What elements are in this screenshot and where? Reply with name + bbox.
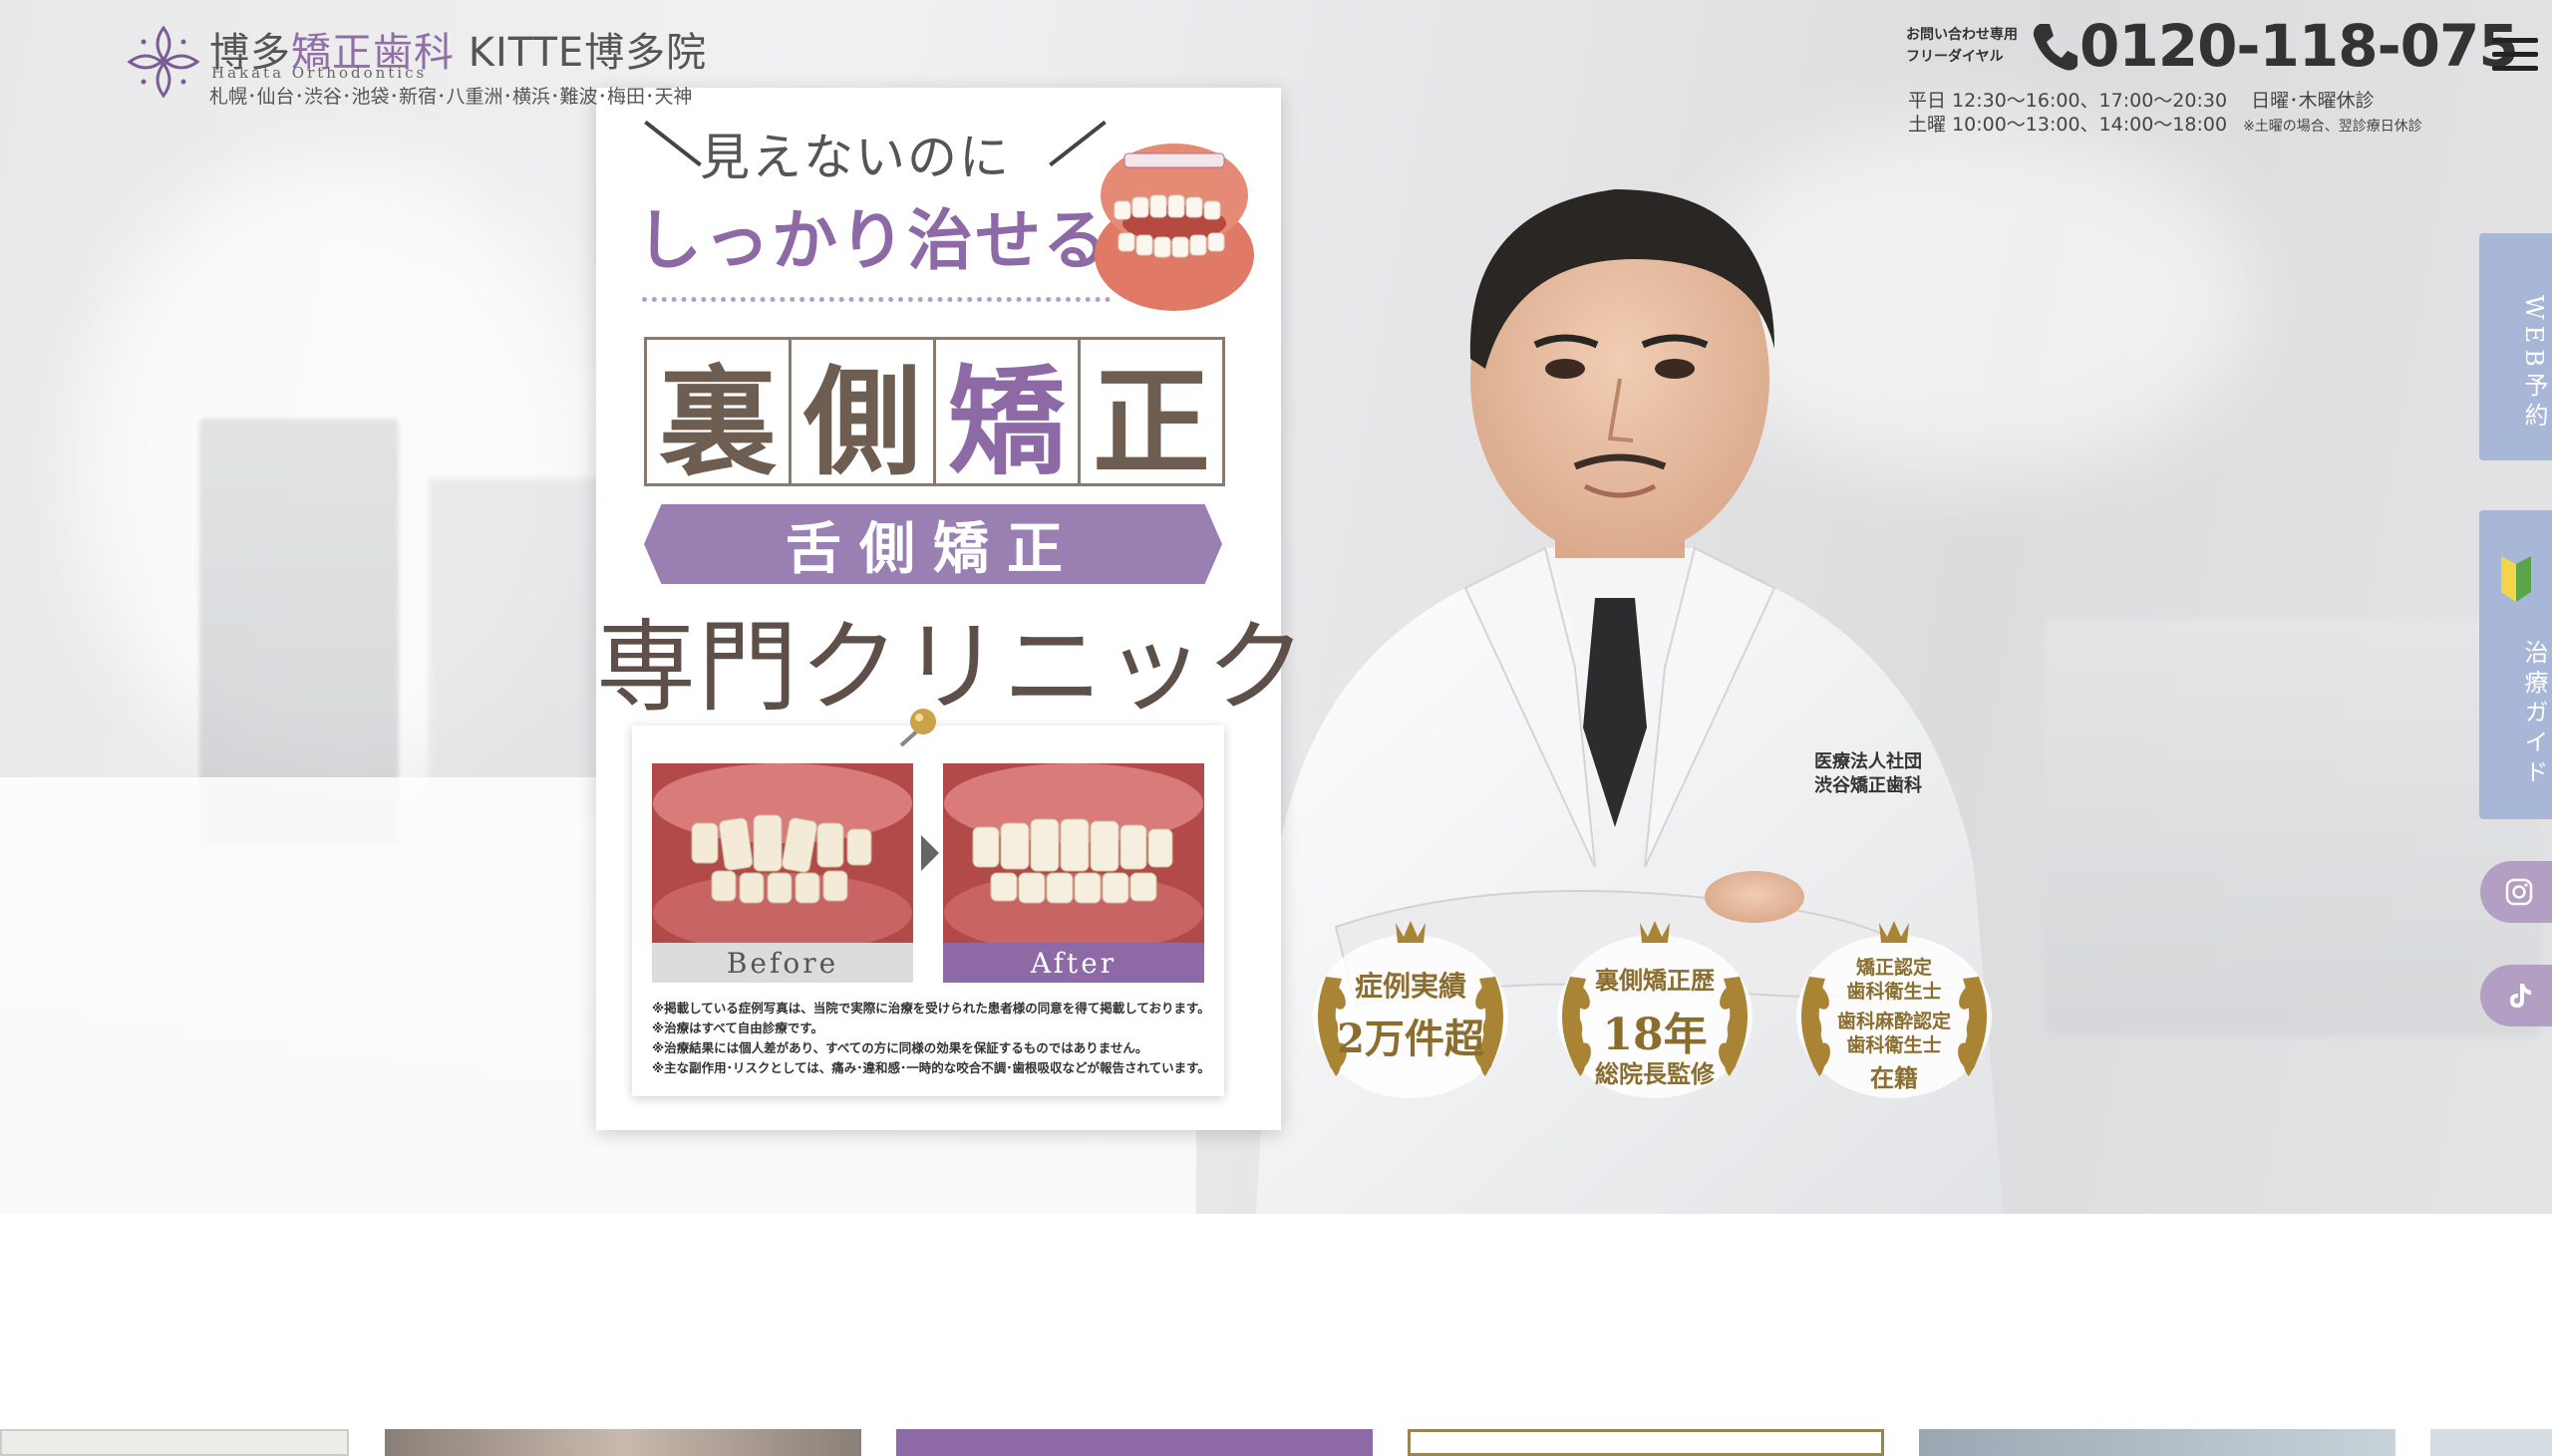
badge-case-record: 症例実績 2万件超 (1296, 917, 1525, 1106)
disclaimer-line-3: ※治療結果には個人差があり、すべての方に同様の効果を保証するものではありません。 (652, 1040, 1148, 1055)
case-disclaimer: ※掲載している症例写真は、当院で実際に治療を受けられた患者様の同意を得て掲載して… (652, 999, 1210, 1078)
before-photo (652, 763, 913, 943)
badge-3-line-3: 歯科麻酔認定 (1836, 1011, 1951, 1032)
hours-weekday: 平日 12:30〜16:00、17:00〜20:30 (1908, 90, 2228, 112)
badge-2-line-3: 総院長監修 (1595, 1059, 1715, 1088)
after-photo (943, 763, 1204, 943)
contact-label: お問い合わせ専用 フリーダイヤル (1906, 24, 2018, 68)
hamburger-menu-icon[interactable] (2492, 38, 2538, 72)
contact-label-2: フリーダイヤル (1906, 49, 2004, 65)
treatment-guide-label: 治療ガイド (2520, 640, 2548, 789)
coat-text-1: 医療法人社団 (1814, 750, 1922, 772)
badge-lingual-history: 裏側矯正歴 18年 総院長監修 (1540, 917, 1769, 1106)
web-booking-tab[interactable]: WEB予約 (2479, 233, 2552, 460)
phone-number-link[interactable]: 0120-118-075 (2079, 12, 2519, 80)
logo-english: Hakata Orthodontics (211, 64, 428, 82)
badge-2-line-1: 裏側矯正歴 (1595, 966, 1715, 995)
branch-list: 札幌･仙台･渋谷･池袋･新宿･八重洲･横浜･難波･梅田･天神 (209, 86, 693, 108)
content-card-5[interactable] (1919, 1429, 2395, 1456)
lingual-banner-text: 舌側矯正 (786, 515, 1081, 582)
closed-days: 日曜･木曜休診 (2251, 90, 2375, 112)
hero-poster: 見えないのに しっかり治せる 裏 側 矯 正 舌側矯正 専門クリニック Befo… (596, 88, 1306, 1130)
hamburger-bar (2492, 38, 2538, 43)
hours-weekday-row: 平日 12:30〜16:00、17:00〜20:30 日曜･木曜休診 (1908, 86, 2375, 113)
tagline-1: 見えないのに (700, 129, 1011, 186)
after-label: After (943, 943, 1204, 983)
contact-label-1: お問い合わせ専用 (1906, 27, 2018, 43)
instagram-button[interactable] (2480, 861, 2552, 923)
bg-clinic-shelf (429, 478, 598, 817)
badge-3-line-1: 矯正認定 (1855, 957, 1932, 979)
logo-title-post: KITTE博多院 (455, 30, 708, 76)
closed-note: ※土曜の場合、翌診療日休診 (2243, 119, 2422, 135)
web-booking-label: WEB予約 (2520, 295, 2548, 433)
hamburger-bar (2492, 66, 2538, 71)
treatment-guide-tab[interactable]: 治療ガイド (2479, 510, 2552, 819)
badge-1-line-2: 2万件超 (1337, 1016, 1484, 1062)
instagram-icon (2505, 878, 2533, 906)
teeth-model-icon (1095, 144, 1254, 311)
before-label: Before (652, 943, 913, 983)
hours-saturday: 土曜 10:00〜13:00、14:00〜18:00 (1908, 114, 2228, 136)
badge-2-line-2: 18年 (1602, 1010, 1708, 1060)
coat-text-2: 渋谷矯正歯科 (1814, 774, 1922, 796)
contact-info: お問い合わせ専用 フリーダイヤル 0120-118-075 平日 12:30〜1… (1904, 12, 2519, 136)
phone-icon (2033, 24, 2077, 71)
content-card-4[interactable] (1408, 1429, 1884, 1456)
kanji-title-row: 裏 側 矯 正 (644, 337, 1225, 491)
content-card-1[interactable] (0, 1429, 349, 1456)
hours-saturday-row: 土曜 10:00〜13:00、14:00〜18:00 ※土曜の場合、翌診療日休診 (1908, 110, 2422, 137)
site-logo[interactable]: 博多矯正歯科 KITTE博多院 Hakata Orthodontics 札幌･仙… (124, 18, 706, 108)
pin-icon (899, 709, 936, 747)
hamburger-bar (2492, 52, 2538, 57)
dotted-divider (642, 297, 1111, 302)
disclaimer-line-1: ※掲載している症例写真は、当院で実際に治療を受けられた患者様の同意を得て掲載して… (652, 1001, 1210, 1016)
kanji-box-3: 矯 (933, 337, 1081, 491)
logo-flower-icon (127, 25, 200, 99)
tiktok-icon (2510, 984, 2531, 1008)
kanji-box-2: 側 (789, 337, 936, 491)
tiktok-button[interactable] (2480, 965, 2552, 1026)
lingual-banner: 舌側矯正 (644, 504, 1222, 584)
kanji-box-4: 正 (1078, 337, 1225, 491)
disclaimer-line-4: ※主な副作用･リスクとしては、痛み･違和感･一時的な咬合不調･歯根吸収などが報告… (652, 1060, 1210, 1075)
beginner-mark-icon (2501, 556, 2531, 602)
badge-certified-staff: 矯正認定 歯科衛生士 歯科麻酔認定 歯科衛生士 在籍 (1779, 917, 2009, 1106)
before-after-arrow-icon (921, 835, 939, 871)
tagline-2: しっかり治せる (636, 202, 1111, 279)
content-card-6[interactable] (2430, 1429, 2552, 1456)
before-after-card: Before After ※掲載している症例写真は、当院で実際に治療を受けられた… (632, 726, 1224, 1096)
disclaimer-line-2: ※治療はすべて自由診療です。 (652, 1020, 824, 1035)
hero-section: 医療法人社団 渋谷矯正歯科 見えないのに しっかり治せる 裏 側 矯 正 舌側矯… (0, 0, 2552, 1214)
badge-3-line-4: 歯科衛生士 (1846, 1034, 1942, 1056)
content-card-3[interactable] (896, 1429, 1373, 1456)
kanji-box-1: 裏 (644, 337, 792, 491)
content-card-2[interactable] (385, 1429, 861, 1456)
badge-1-line-1: 症例実績 (1354, 970, 1466, 1003)
badge-3-line-5: 在籍 (1870, 1063, 1918, 1092)
bg-dental-unit (2044, 618, 2542, 1036)
badge-3-line-2: 歯科衛生士 (1846, 981, 1942, 1003)
